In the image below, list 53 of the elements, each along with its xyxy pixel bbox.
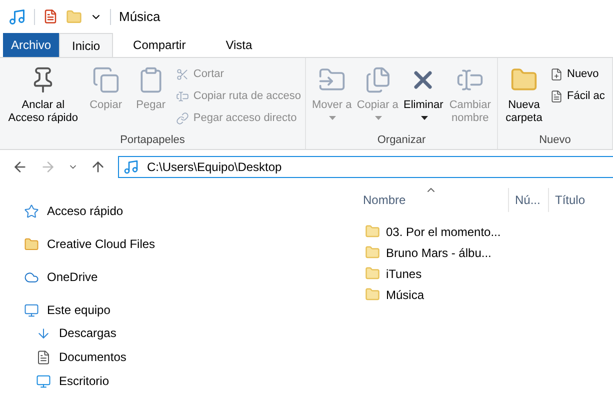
star-icon (24, 204, 39, 218)
group-label: Nuevo (538, 133, 572, 148)
file-plus-icon (550, 68, 563, 80)
ribbon-button[interactable]: Nueva carpeta (502, 61, 546, 125)
folder-icon (365, 224, 380, 239)
download-icon (36, 326, 51, 340)
folder-icon (365, 266, 380, 281)
back-icon[interactable] (12, 159, 28, 175)
nav-item[interactable]: Escritorio (36, 369, 343, 393)
nav-item[interactable]: OneDrive (24, 266, 343, 288)
ribbon-tab[interactable]: Inicio (59, 33, 114, 57)
files-icon (364, 66, 392, 94)
copy-icon (92, 66, 120, 94)
file-row[interactable]: Música (365, 284, 613, 305)
folder-icon (365, 287, 380, 302)
cloud-icon (24, 270, 39, 284)
nav-item[interactable]: Descargas (36, 321, 343, 345)
address-field[interactable]: C:\Users\Equipo\Desktop (118, 156, 613, 178)
caret-icon (375, 116, 382, 120)
file-row[interactable]: 03. Por el momento... (365, 221, 613, 242)
ribbon-small-button[interactable]: Nuevo (550, 65, 605, 83)
nav-item[interactable]: Documentos (36, 345, 343, 369)
link-icon (176, 112, 190, 124)
ribbon-tab[interactable]: Compartir (113, 33, 206, 57)
monitor-icon (24, 302, 39, 318)
group-label: Portapapeles (119, 133, 186, 148)
file-row[interactable]: Bruno Mars - álbu... (365, 242, 613, 263)
group-label: Organizar (376, 133, 427, 148)
text-cursor-icon (176, 90, 190, 102)
window-title: Música (119, 8, 160, 26)
nav-item[interactable]: Acceso rápido (24, 200, 343, 222)
column-header[interactable]: Título (548, 188, 592, 212)
column-header[interactable]: Nú... (508, 188, 548, 212)
document-icon (550, 90, 563, 102)
ribbon-button[interactable]: Eliminar (402, 61, 446, 125)
music-note-icon (8, 8, 26, 26)
document-icon (36, 350, 51, 364)
nav-item[interactable]: Este equipo (24, 299, 343, 321)
ribbon-tab[interactable]: Vista (206, 33, 272, 57)
monitor-icon (36, 374, 51, 388)
ribbon-tab[interactable]: Archivo (3, 33, 60, 57)
up-icon[interactable] (90, 159, 106, 175)
folder-icon (365, 245, 380, 260)
ribbon-button[interactable]: Anclar al Acceso rápido (4, 61, 82, 125)
music-note-icon (123, 159, 139, 175)
caret-icon (420, 116, 428, 120)
cut-icon (176, 68, 190, 80)
nav-item[interactable]: Creative Cloud Files (24, 233, 343, 255)
file-row[interactable]: iTunes (365, 263, 613, 284)
ribbon-small-button[interactable]: Fácil ac (550, 87, 605, 105)
column-header[interactable]: Nombre (343, 188, 508, 212)
caret-icon (329, 116, 336, 120)
folder-icon (24, 236, 39, 252)
